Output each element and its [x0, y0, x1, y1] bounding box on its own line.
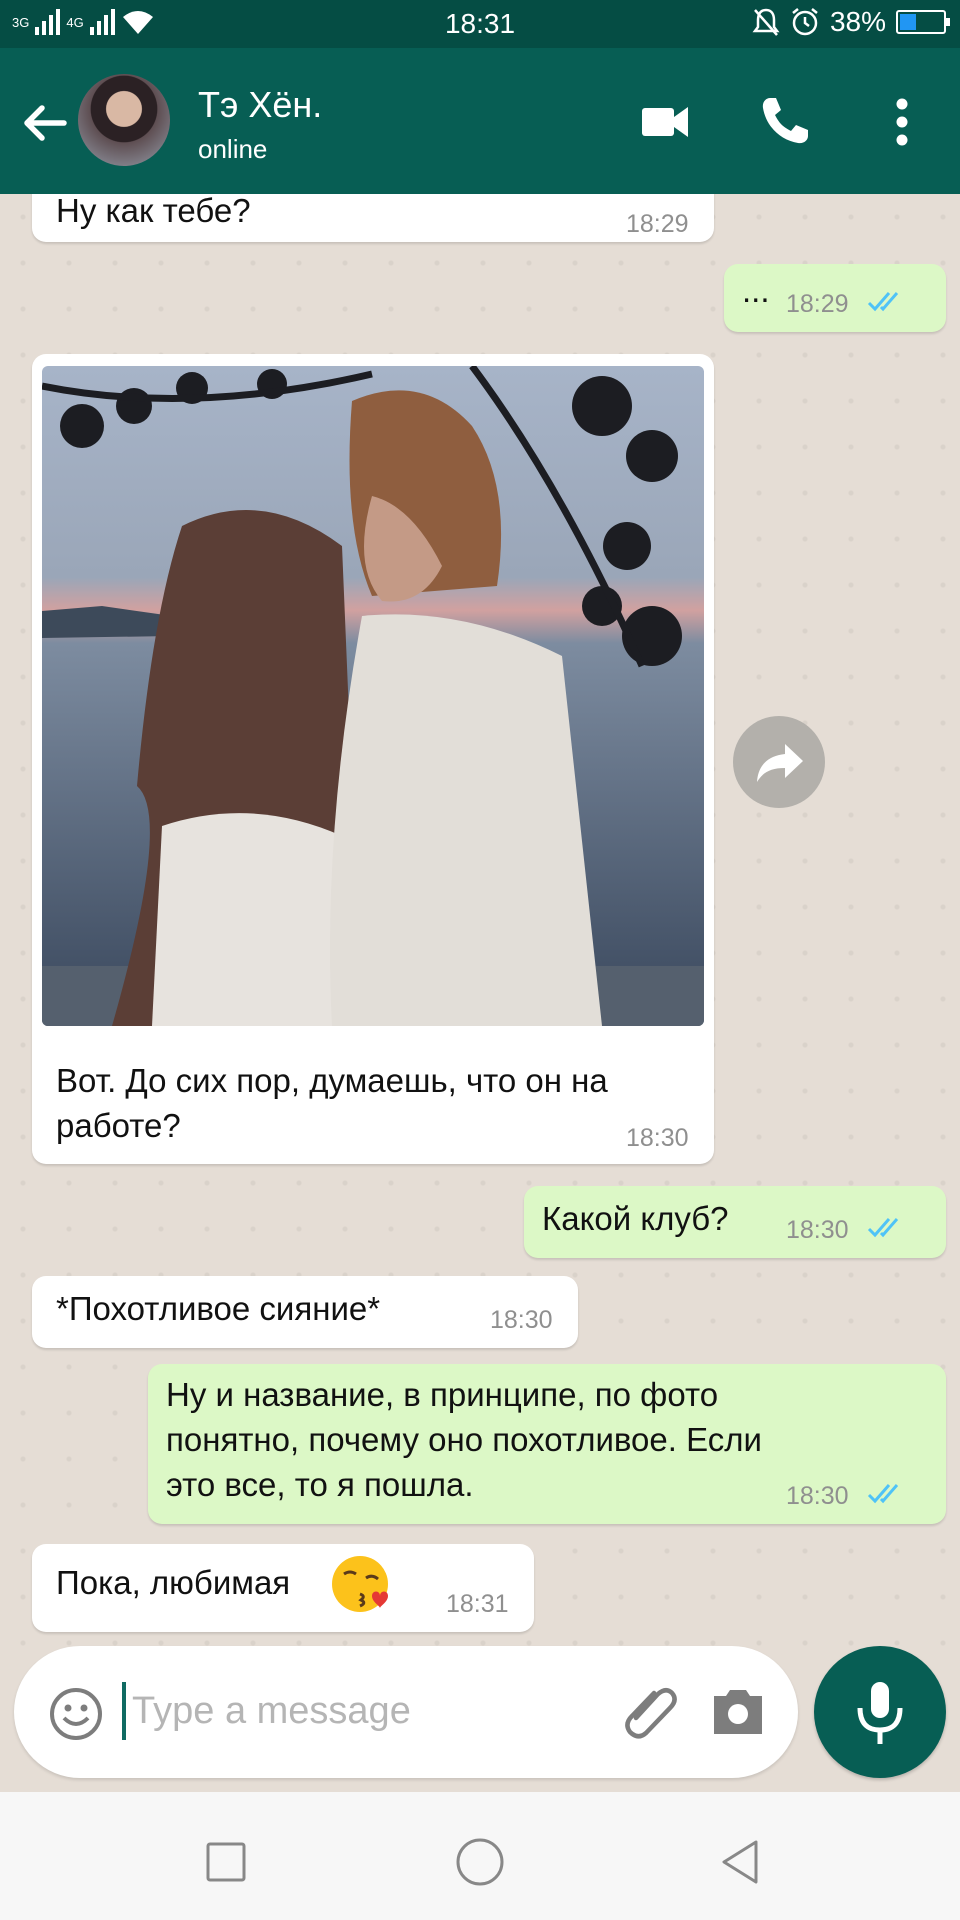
message-time: 18:30 — [490, 1306, 553, 1334]
mic-button[interactable] — [814, 1646, 946, 1778]
kissing-face-heart-icon — [332, 1556, 388, 1612]
system-nav-bar — [0, 1792, 960, 1920]
message-time: 18:30 — [786, 1482, 849, 1510]
phone-icon[interactable] — [754, 92, 814, 152]
message-composer — [14, 1646, 798, 1778]
status-right: 38% — [752, 6, 950, 38]
message-text: ... — [742, 272, 770, 309]
home-circle-icon[interactable] — [450, 1832, 510, 1892]
forward-icon — [757, 744, 803, 782]
message-text: *Похотливое сияние* — [56, 1290, 381, 1327]
message-text-line-1: Вот. До сих пор, думаешь, что он на — [56, 1062, 608, 1099]
message-incoming[interactable]: Ну как тебе? 18:29 — [32, 194, 714, 242]
contact-name[interactable]: Тэ Хён. — [198, 84, 322, 126]
chat-area[interactable]: Ну как тебе? 18:29 ... 18:29 Вот. До сих… — [0, 194, 960, 1646]
message-input[interactable] — [132, 1680, 472, 1742]
recents-square-icon[interactable] — [196, 1832, 256, 1892]
chat-header: Тэ Хён. online — [0, 48, 960, 194]
battery-percent: 38% — [829, 6, 886, 37]
emoji-icon[interactable] — [48, 1686, 104, 1742]
text-caret — [122, 1682, 126, 1740]
message-text-line-2: понятно, почему оно похотливое. Если — [166, 1421, 762, 1458]
forward-button[interactable] — [733, 716, 825, 808]
video-call-icon[interactable] — [636, 92, 696, 152]
more-vert-icon[interactable] — [872, 92, 932, 152]
attach-icon[interactable] — [618, 1680, 680, 1742]
contact-status: online — [198, 134, 268, 164]
read-ticks-icon — [867, 292, 899, 312]
back-arrow-icon[interactable] — [18, 96, 72, 150]
message-outgoing[interactable]: ... 18:29 — [724, 264, 946, 332]
message-time: 18:31 — [446, 1590, 509, 1618]
message-time: 18:29 — [626, 210, 689, 238]
message-text: Ну как тебе? — [56, 194, 251, 229]
message-photo[interactable] — [42, 366, 704, 1026]
status-bar: 3G 4G 18:31 38% — [0, 0, 960, 48]
message-text-line-1: Ну и название, в принципе, по фото — [166, 1376, 719, 1413]
avatar[interactable] — [78, 74, 170, 166]
battery-icon — [896, 10, 950, 34]
message-incoming[interactable]: Пока, любимая 18:31 — [32, 1544, 534, 1632]
message-incoming[interactable]: *Похотливое сияние* 18:30 — [32, 1276, 578, 1348]
message-outgoing[interactable]: Ну и название, в принципе, по фото понят… — [148, 1364, 946, 1524]
read-ticks-icon — [867, 1484, 899, 1504]
battery-level-fill — [900, 14, 916, 30]
message-text: Какой клуб? — [542, 1200, 729, 1237]
read-ticks-icon — [867, 1218, 899, 1238]
alarm-icon — [792, 8, 818, 36]
message-incoming-image[interactable]: Вот. До сих пор, думаешь, что он на рабо… — [32, 354, 714, 1164]
message-outgoing[interactable]: Какой клуб? 18:30 — [524, 1186, 946, 1258]
message-text-line-2: работе? — [56, 1107, 181, 1144]
couple-photo — [42, 366, 704, 1026]
mic-icon — [857, 1682, 903, 1744]
message-time: 18:30 — [626, 1124, 689, 1152]
message-time: 18:30 — [786, 1216, 849, 1244]
mute-icon — [752, 8, 780, 36]
camera-icon[interactable] — [710, 1686, 766, 1738]
message-text-line-3: это все, то я пошла. — [166, 1466, 474, 1503]
message-time: 18:29 — [786, 290, 849, 318]
back-triangle-icon[interactable] — [710, 1832, 770, 1892]
message-text: Пока, любимая — [56, 1564, 291, 1601]
